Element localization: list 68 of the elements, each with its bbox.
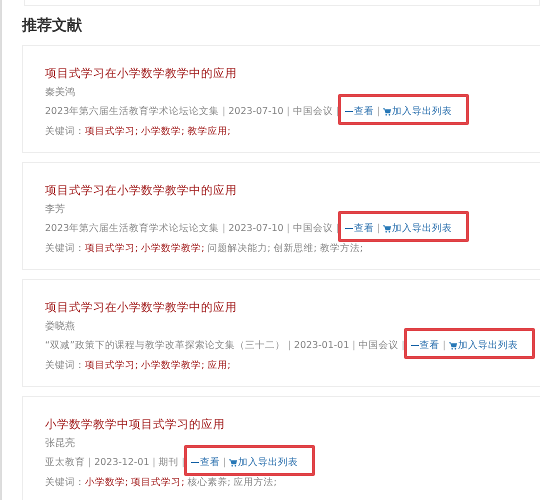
view-link[interactable]: 查看 xyxy=(345,222,374,235)
keyword-link[interactable]: 应用方法; xyxy=(234,477,277,488)
keyword-link[interactable]: 问题解决能力; xyxy=(207,243,271,254)
keyword-link[interactable]: 核心素养; xyxy=(187,477,231,488)
keywords-label: 关键词： xyxy=(45,243,85,254)
source-text: 亚太教育 xyxy=(45,456,85,469)
keyword-link[interactable]: 项目式学习; xyxy=(85,360,138,371)
view-link[interactable]: 查看 xyxy=(345,105,374,118)
type-text: 中国会议 xyxy=(292,105,333,118)
keyword-link[interactable]: 教学方法; xyxy=(320,243,364,254)
separator-text: | xyxy=(152,457,156,468)
author-name: 张昆亮 xyxy=(45,436,76,450)
separator-text: | xyxy=(377,223,380,234)
date-text: 2023-01-01 xyxy=(294,340,350,351)
separator-text: | xyxy=(182,457,185,468)
keyword-link[interactable]: 项目式学习; xyxy=(85,243,138,254)
view-link[interactable]: 查看 xyxy=(190,456,220,469)
type-text: 中国会议 xyxy=(292,222,333,235)
keywords-label: 关键词： xyxy=(45,360,85,371)
separator-text: | xyxy=(286,223,290,234)
export-link[interactable]: 加入导出列表 xyxy=(448,339,518,352)
author-name: 秦美鸿 xyxy=(45,86,76,99)
author-name: 李芳 xyxy=(45,202,66,216)
keyword-link[interactable]: 创新思维; xyxy=(274,243,317,254)
export-link[interactable]: 加入导出列表 xyxy=(383,222,452,235)
date-text: 2023-07-10 xyxy=(228,106,284,117)
keyword-link[interactable]: 小学数学; xyxy=(85,477,128,488)
export-link[interactable]: 加入导出列表 xyxy=(229,456,298,469)
cart-icon xyxy=(383,108,392,116)
separator-text: | xyxy=(401,340,405,351)
keyword-link[interactable]: 项目式学习; xyxy=(85,126,138,137)
section-title: 推荐文献 xyxy=(22,16,83,35)
separator-text: | xyxy=(222,457,226,468)
date-text: 2023-07-10 xyxy=(228,223,284,234)
result-title-link[interactable]: 项目式学习在小学数学教学中的应用 xyxy=(45,183,237,198)
result-title-link[interactable]: 项目式学习在小学数学教学中的应用 xyxy=(45,66,237,81)
cart-icon xyxy=(383,224,392,232)
keyword-link[interactable]: 小学数学教学; xyxy=(141,360,204,371)
source-text: “双减”政策下的课程与教学改革探索论文集（三十二） xyxy=(45,339,285,352)
separator-text: | xyxy=(336,106,340,117)
keyword-link[interactable]: 小学数学; xyxy=(141,126,184,137)
separator-text: | xyxy=(88,457,92,468)
keywords-label: 关键词： xyxy=(45,477,85,488)
separator-text: | xyxy=(352,340,356,351)
keyword-link[interactable]: 应用; xyxy=(207,360,231,371)
author-name: 娄晓燕 xyxy=(45,320,76,333)
separator-text: | xyxy=(222,223,226,234)
type-text: 期刊 xyxy=(158,456,179,469)
export-link[interactable]: 加入导出列表 xyxy=(383,105,452,118)
keyword-link[interactable]: 小学数学教学; xyxy=(141,243,204,254)
separator-text: | xyxy=(377,106,380,117)
date-text: 2023-12-01 xyxy=(94,457,150,468)
separator-text: | xyxy=(222,106,226,117)
keywords-label: 关键词： xyxy=(45,126,85,137)
separator-text: | xyxy=(336,223,340,234)
keyword-link[interactable]: 项目式学习; xyxy=(131,477,184,488)
view-link[interactable]: 查看 xyxy=(410,339,440,352)
type-text: 中国会议 xyxy=(358,339,398,352)
result-title-link[interactable]: 小学数学教学中项目式学习的应用 xyxy=(45,417,225,432)
separator-text: | xyxy=(286,106,290,117)
separator-text: | xyxy=(442,340,446,351)
separator-text: | xyxy=(288,340,292,351)
cart-icon xyxy=(229,458,238,466)
source-text: 2023年第六届生活教育学术论坛论文集 xyxy=(45,222,220,235)
keyword-link[interactable]: 教学应用; xyxy=(187,126,231,137)
source-text: 2023年第六届生活教育学术论坛论文集 xyxy=(45,105,220,118)
result-title-link[interactable]: 项目式学习在小学数学教学中的应用 xyxy=(45,300,237,315)
cart-icon xyxy=(448,342,457,350)
